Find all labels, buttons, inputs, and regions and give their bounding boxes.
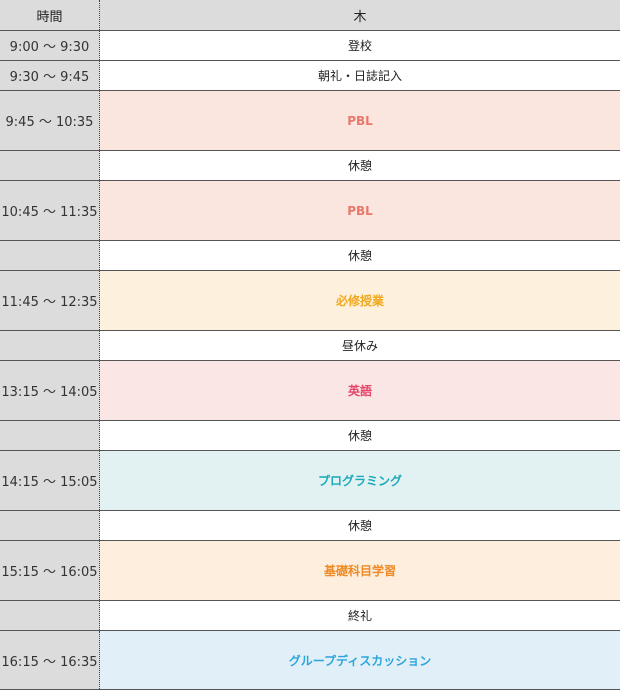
schedule-row: 昼休み: [0, 331, 620, 361]
time-cell: 10:45 〜 11:35: [0, 181, 100, 240]
time-cell: [0, 421, 100, 450]
time-cell: [0, 511, 100, 540]
time-cell: 9:45 〜 10:35: [0, 91, 100, 150]
header-time-label: 時間: [0, 0, 100, 30]
header-row: 時間 木: [0, 0, 620, 31]
schedule-row: 9:00 〜 9:30 登校: [0, 31, 620, 61]
activity-cell: グループディスカッション: [100, 631, 620, 689]
schedule-row: 休憩: [0, 511, 620, 541]
activity-cell: 休憩: [100, 421, 620, 450]
schedule-row: 終礼: [0, 601, 620, 631]
schedule-row: 15:15 〜 16:05 基礎科目学習: [0, 541, 620, 601]
time-cell: [0, 331, 100, 360]
schedule-row: 9:45 〜 10:35 PBL: [0, 91, 620, 151]
activity-cell: PBL: [100, 181, 620, 240]
time-cell: 9:00 〜 9:30: [0, 31, 100, 60]
activity-cell: プログラミング: [100, 451, 620, 510]
activity-cell: 英語: [100, 361, 620, 420]
schedule-row: 休憩: [0, 241, 620, 271]
time-cell: 14:15 〜 15:05: [0, 451, 100, 510]
activity-cell: 基礎科目学習: [100, 541, 620, 600]
activity-cell: 休憩: [100, 511, 620, 540]
schedule-row: 11:45 〜 12:35 必修授業: [0, 271, 620, 331]
schedule-row: 9:30 〜 9:45 朝礼・日誌記入: [0, 61, 620, 91]
activity-cell: PBL: [100, 91, 620, 150]
time-cell: 9:30 〜 9:45: [0, 61, 100, 90]
activity-cell: 必修授業: [100, 271, 620, 330]
time-cell: 16:15 〜 16:35: [0, 631, 100, 689]
activity-cell: 朝礼・日誌記入: [100, 61, 620, 90]
activity-cell: 休憩: [100, 151, 620, 180]
header-day-label: 木: [100, 0, 620, 30]
schedule-row: 休憩: [0, 421, 620, 451]
activity-cell: 登校: [100, 31, 620, 60]
activity-cell: 終礼: [100, 601, 620, 630]
time-cell: 15:15 〜 16:05: [0, 541, 100, 600]
time-cell: [0, 601, 100, 630]
time-cell: 13:15 〜 14:05: [0, 361, 100, 420]
time-cell: [0, 151, 100, 180]
activity-cell: 休憩: [100, 241, 620, 270]
schedule-row: 10:45 〜 11:35 PBL: [0, 181, 620, 241]
time-cell: [0, 241, 100, 270]
schedule-row: 14:15 〜 15:05 プログラミング: [0, 451, 620, 511]
time-cell: 11:45 〜 12:35: [0, 271, 100, 330]
schedule-row: 16:15 〜 16:35 グループディスカッション: [0, 631, 620, 690]
schedule-row: 休憩: [0, 151, 620, 181]
activity-cell: 昼休み: [100, 331, 620, 360]
schedule-row: 13:15 〜 14:05 英語: [0, 361, 620, 421]
